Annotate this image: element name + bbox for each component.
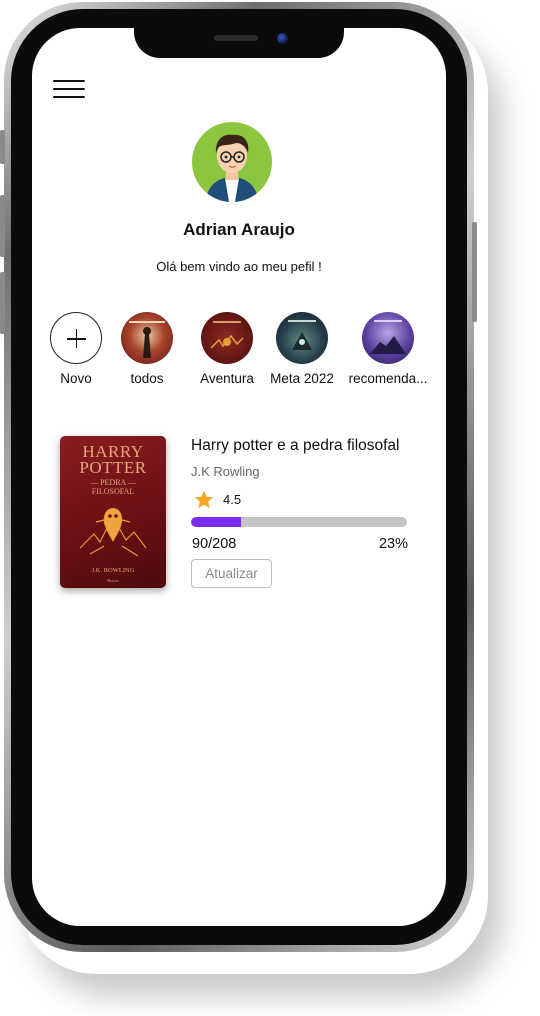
- profile-greeting: Olá bem vindo ao meu pefil !: [156, 259, 322, 274]
- star-icon: [194, 490, 214, 509]
- front-camera: [277, 33, 288, 44]
- book-cover[interactable]: HARRY POTTER — PEDRA — FILOSOFAL J.K. RO…: [60, 436, 166, 588]
- cover-art: [79, 508, 147, 557]
- cover-author: J.K. ROWLING: [91, 567, 135, 574]
- shelf-label: recomenda...: [348, 371, 428, 386]
- progress-percent: 23%: [378, 536, 408, 552]
- hamburger-menu-icon[interactable]: [53, 80, 85, 98]
- shelf-todos[interactable]: todos: [116, 312, 178, 386]
- volume-down-button: [0, 272, 5, 334]
- shelf-aventura[interactable]: Aventura: [193, 312, 261, 386]
- cover-publisher: Rocco: [107, 578, 119, 583]
- shelf-cover-image: [210, 321, 244, 349]
- mute-switch: [0, 130, 5, 164]
- shelf-label: Novo: [60, 371, 92, 386]
- shelf-meta-2022[interactable]: Meta 2022: [266, 312, 338, 386]
- volume-up-button: [0, 195, 5, 257]
- pages-read: 90/208: [192, 536, 237, 552]
- shelf-new[interactable]: Novo: [49, 312, 103, 386]
- shelf-recomendados[interactable]: recomenda...: [346, 312, 430, 386]
- shelf-label: Aventura: [200, 371, 254, 386]
- shelf-label: Meta 2022: [270, 371, 334, 386]
- power-button: [472, 222, 477, 322]
- book-author: J.K Rowling: [191, 464, 260, 479]
- shelf-label: todos: [130, 371, 164, 386]
- avatar-illustration: [205, 134, 259, 202]
- shelf-thumbnail: [362, 312, 414, 364]
- shelf-cover-image: [129, 321, 165, 358]
- avatar[interactable]: [192, 122, 272, 202]
- shelf-cover-image: [370, 320, 406, 354]
- shelf-thumbnail: [276, 312, 328, 364]
- add-shelf-button[interactable]: [50, 312, 102, 364]
- reading-progress-bar: [191, 517, 407, 527]
- app-screen: Adrian Araujo Olá bem vindo ao meu pefil…: [32, 28, 446, 926]
- speaker-grille: [214, 35, 258, 41]
- profile-name: Adrian Araujo: [183, 220, 295, 239]
- rating-value: 4.5: [223, 492, 242, 507]
- shelf-thumbnail: [121, 312, 173, 364]
- shelf-thumbnail: [201, 312, 253, 364]
- reading-progress-fill: [191, 517, 241, 527]
- shelf-cover-image: [288, 320, 316, 350]
- book-title: Harry potter e a pedra filosofal: [191, 437, 400, 454]
- phone-notch: [134, 22, 344, 58]
- update-progress-button[interactable]: Atualizar: [191, 559, 272, 588]
